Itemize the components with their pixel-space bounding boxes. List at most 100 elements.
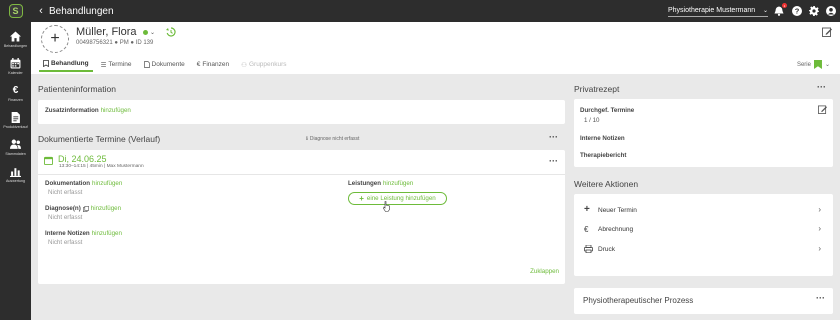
sidebar-item-label: Produktverkauf [3, 125, 28, 129]
account-button[interactable] [825, 5, 836, 16]
list-icon: ☰ [100, 61, 107, 69]
sidebar-item-kalender[interactable]: Kalender [0, 53, 31, 80]
notification-badge: 1 [782, 3, 787, 8]
notification-button[interactable]: 1 [773, 3, 787, 16]
dokumentation-label: Dokumentation [45, 180, 91, 187]
zusatzinfo-row: Zusatzinformation hinzufügen [45, 107, 131, 114]
chevron-down-icon: ⌄ [762, 8, 768, 14]
dokumentation-row: Dokumentation hinzufügen [45, 180, 122, 187]
action-druck[interactable]: Druck [584, 245, 824, 253]
zusatzinfo-add-link[interactable]: hinzufügen [101, 107, 131, 114]
sidebar-item-label: Auswertung [6, 179, 25, 183]
patient-phone: 00498756321 [76, 40, 113, 46]
calendar-icon [10, 58, 21, 69]
gear-icon [808, 5, 819, 16]
chevron-right-icon[interactable]: › [818, 224, 821, 233]
durchgef-value: 1 / 10 [584, 117, 600, 124]
patient-status-dropdown[interactable]: ⌄ [143, 29, 155, 36]
serie-label: Serie [796, 61, 811, 68]
rezept-notizen-label[interactable]: Interne Notizen [580, 135, 625, 142]
tab-behandlung[interactable]: Behandlung [39, 57, 93, 72]
flag-icon [813, 60, 822, 69]
patient-meta: 00498756321 ● PM ● ID 139 [76, 40, 153, 46]
notizen-value: Nicht erfasst [48, 239, 83, 246]
tab-gruppenkurs: ⚇ Gruppenkurs [237, 57, 290, 72]
action-label: Druck [598, 245, 615, 253]
chevron-right-icon[interactable]: › [818, 205, 821, 214]
diagnose-label: Diagnose(n) [45, 205, 81, 212]
diagnose-value: Nicht erfasst [48, 214, 83, 221]
plus-icon: + [50, 30, 60, 47]
action-abrechnung[interactable]: € Abrechnung [584, 225, 824, 234]
bookmark-icon [43, 60, 49, 67]
settings-button[interactable] [808, 5, 819, 16]
tab-finanzen[interactable]: € Finanzen [193, 57, 233, 72]
notizen-add-link[interactable]: hinzufügen [92, 230, 122, 237]
document-icon [143, 61, 150, 68]
app-logo[interactable]: S [0, 0, 31, 22]
notizen-label: Interne Notizen [45, 230, 90, 237]
sidebar-item-label: Kalender [8, 71, 23, 75]
sidebar-item-auswertung[interactable]: Auswertung [0, 161, 31, 188]
back-arrow-icon[interactable]: ‹ [33, 5, 49, 17]
history-icon[interactable] [166, 27, 176, 37]
sidebar-item-behandlungen[interactable]: Behandlungen [0, 26, 31, 53]
termine-title: Dokumentierte Termine (Verlauf) [38, 134, 161, 144]
prozess-more-button[interactable]: ··· [816, 294, 825, 303]
add-photo-button[interactable]: + [41, 25, 69, 53]
people-icon [10, 139, 21, 149]
termine-more-button[interactable]: ··· [549, 133, 558, 142]
zuklappen-link[interactable]: Zuklappen [530, 268, 559, 275]
practice-name: Physiotherapie Mustermann [668, 7, 756, 14]
patient-type: PM [119, 40, 129, 46]
diagnose-hint: ℹ Diagnose nicht erfasst [306, 136, 359, 142]
chevron-down-icon: ⌄ [824, 62, 830, 68]
edit-icon[interactable] [822, 27, 832, 37]
top-bar: ‹ Behandlungen Physiotherapie Mustermann… [31, 0, 840, 22]
aktionen-title: Weitere Aktionen [574, 179, 639, 189]
copy-icon[interactable] [82, 205, 89, 212]
therapiebericht-label[interactable]: Therapiebericht [580, 152, 626, 159]
leistungen-add-link[interactable]: hinzufügen [383, 180, 413, 187]
add-leistung-button[interactable]: + eine Leistung hinzufügen [348, 192, 447, 205]
sidebar-item-stammdaten[interactable]: Stammdaten [0, 134, 31, 161]
dokumentation-add-link[interactable]: hinzufügen [92, 180, 122, 187]
action-neuer-termin[interactable]: + Neuer Termin [584, 205, 824, 215]
tab-termine[interactable]: ☰ Termine [97, 57, 136, 72]
diagnose-add-link[interactable]: hinzufügen [91, 205, 121, 212]
page-title: Behandlungen [49, 5, 114, 17]
serie-selector[interactable]: Serie ⌄ [797, 60, 830, 69]
group-icon: ⚇ [241, 61, 247, 69]
termin-more-button[interactable]: ··· [549, 157, 558, 166]
tab-label: Behandlung [51, 60, 89, 67]
privatrezept-title: Privatrezept [574, 84, 620, 94]
logo-badge: S [8, 4, 23, 18]
sidebar-item-finanzen[interactable]: € Finanzen [0, 80, 31, 107]
tab-dokumente[interactable]: Dokumente [140, 57, 189, 72]
document-icon [11, 112, 20, 123]
euro-icon: € [584, 225, 589, 234]
euro-icon: € [196, 61, 201, 68]
aktionen-card: + Neuer Termin › € Abrechnung › Druck › [574, 194, 833, 276]
info-icon: ℹ [306, 136, 308, 142]
help-button[interactable]: ? [791, 5, 802, 16]
patient-name: Müller, Flora [76, 26, 137, 38]
practice-selector[interactable]: Physiotherapie Mustermann ⌄ [668, 5, 768, 17]
prozess-card[interactable]: Physiotherapeutischer Prozess ··· [574, 288, 833, 314]
chevron-down-icon: ⌄ [150, 30, 156, 36]
privatrezept-more-button[interactable]: ··· [817, 83, 826, 92]
calendar-icon [44, 156, 53, 165]
chevron-right-icon[interactable]: › [818, 244, 821, 253]
user-icon [825, 5, 836, 16]
sidebar-item-produktverkauf[interactable]: Produktverkauf [0, 107, 31, 134]
euro-icon: € [12, 85, 19, 96]
tab-label: Dokumente [151, 61, 185, 68]
leistungen-label: Leistungen [348, 180, 382, 187]
tab-label: Termine [108, 61, 132, 68]
dokumentation-value: Nicht erfasst [48, 189, 83, 196]
durchgef-label: Durchgef. Termine [580, 107, 635, 114]
notizen-row: Interne Notizen hinzufügen [45, 230, 122, 237]
patient-id: ID 139 [135, 40, 154, 46]
edit-icon[interactable] [818, 105, 827, 114]
svg-text:?: ? [794, 6, 799, 15]
